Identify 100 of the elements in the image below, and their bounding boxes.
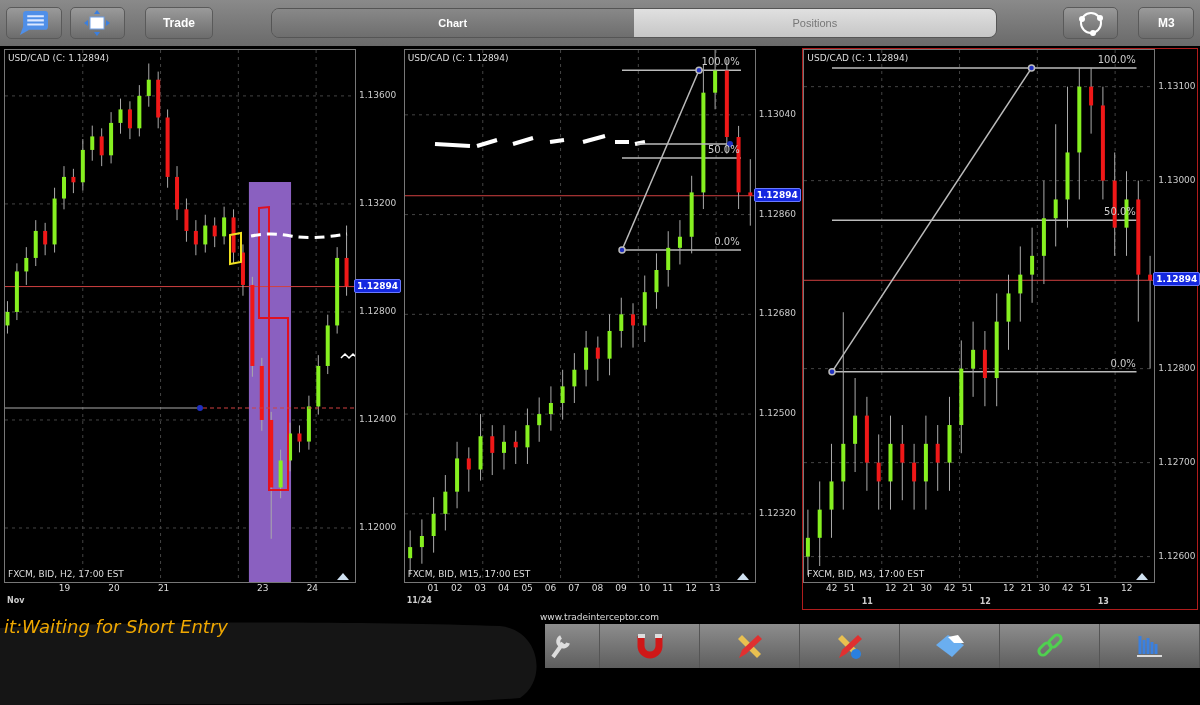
candle: [240, 243, 245, 297]
candle: [431, 496, 436, 554]
magnet-icon: [635, 633, 664, 659]
candle: [560, 369, 565, 421]
price-tick: 1.12700: [1158, 456, 1196, 467]
candle: [677, 219, 682, 265]
connection-button[interactable]: [1062, 7, 1119, 39]
scroll-marker-icon[interactable]: [337, 573, 349, 580]
candle: [137, 84, 142, 137]
scroll-marker-icon[interactable]: [1136, 573, 1149, 580]
time-tick: 20: [107, 583, 121, 593]
trade-button[interactable]: Trade: [145, 7, 213, 39]
price-tick: 1.12400: [359, 413, 397, 424]
candle: [316, 354, 321, 416]
time-tick: 02: [450, 583, 464, 593]
chart-title: USD/CAD (C: 1.12894): [407, 53, 509, 63]
time-tick: 08: [590, 583, 605, 593]
fibonacci-lines[interactable]: [617, 66, 742, 254]
candle: [127, 100, 132, 140]
chart-title: USD/CAD (C: 1.12894): [8, 53, 109, 63]
time-tick: 07: [567, 583, 581, 593]
time-tick: 24: [305, 583, 320, 593]
minute-label: 30: [1037, 583, 1051, 593]
candle: [489, 424, 494, 476]
minute-label: 42: [1061, 583, 1075, 593]
list-button[interactable]: [6, 7, 62, 39]
candle: [297, 424, 302, 453]
fib-level-label: 0.0%: [713, 236, 741, 248]
candle: [513, 430, 518, 465]
candle: [525, 408, 530, 465]
price-tick: 1.12680: [758, 308, 796, 319]
candle: [583, 330, 588, 387]
price-tick: 1.12500: [758, 408, 796, 419]
price-tick: 1.12860: [758, 208, 796, 219]
minute-label: 12: [1120, 583, 1134, 593]
candle: [156, 71, 161, 129]
price-tick: 1.12000: [359, 522, 397, 532]
time-tick: 11: [661, 583, 675, 593]
candle: [43, 222, 48, 256]
candle: [118, 98, 123, 135]
chain-link-icon: [1036, 633, 1063, 659]
chart-info: FXCM, BID, M15, 17:00 EST: [407, 569, 531, 579]
candle: [630, 302, 635, 349]
horizontal-line[interactable]: [635, 141, 733, 147]
move-window-button[interactable]: [69, 7, 126, 39]
timeframe-button[interactable]: M3: [1138, 7, 1195, 39]
ruler-pencil-icon: [736, 633, 763, 659]
candle: [654, 252, 659, 310]
candle: [325, 314, 330, 375]
candle: [595, 336, 600, 382]
candle: [443, 474, 447, 531]
time-tick: 04: [496, 583, 511, 593]
chart-title: USD/CAD (C: 1.12894): [807, 53, 909, 63]
fib-level-label: 100.0%: [1096, 54, 1137, 66]
price-tick: 1.13100: [1158, 80, 1196, 91]
current-price-tag: 1.12894: [753, 187, 801, 202]
chart-info: FXCM, BID, H2, 17:00 EST: [8, 569, 124, 579]
time-tick: 05: [520, 583, 534, 593]
view-tab[interactable]: Chart: [271, 9, 634, 37]
price-tick: 1.12800: [359, 305, 397, 316]
chart-panel[interactable]: USD/CAD (C: 1.12894) FXCM, BID, H2, 17:00 EST 1.13600 1.13200 1.12800 1.12400 1.12000 1.12894 19 20 21 23 24 Nov: [3, 48, 399, 610]
candle: [306, 395, 311, 451]
time-tick: 11: [860, 597, 874, 606]
price-tick: 1.13600: [359, 89, 397, 100]
minute-label: 30: [919, 583, 933, 593]
handwritten-note: it:Waiting for Short Entry: [4, 616, 228, 637]
time-tick: 09: [614, 583, 628, 593]
time-tick: 13: [708, 583, 722, 593]
candle: [212, 216, 217, 248]
time-tick: 21: [156, 583, 171, 593]
folder-icon: [935, 634, 964, 658]
candle: [90, 125, 95, 162]
view-tab[interactable]: Positions: [633, 9, 996, 37]
candle: [278, 449, 283, 499]
candle: [912, 443, 917, 511]
time-tick: 12: [684, 583, 699, 593]
candle: [642, 275, 647, 343]
date-label: 11/24: [405, 596, 433, 607]
time-tick: 10: [637, 583, 652, 593]
candle: [344, 225, 349, 297]
candle: [1089, 67, 1094, 135]
candle: [231, 208, 236, 264]
scroll-marker-icon[interactable]: [736, 573, 749, 580]
candle: [607, 313, 612, 376]
candle: [80, 138, 85, 191]
candle: [14, 262, 19, 321]
fib-level-label: 100.0%: [700, 56, 741, 68]
fibonacci-lines[interactable]: [828, 64, 1138, 376]
minute-label: 51: [960, 583, 975, 593]
candle: [99, 127, 104, 167]
candle: [288, 422, 293, 472]
time-tick: 19: [57, 583, 72, 593]
time-tick: 23: [256, 583, 270, 593]
minute-label: 21: [901, 583, 916, 593]
current-price-tag: 1.12894: [1153, 272, 1200, 287]
candle: [184, 198, 189, 243]
price-tick: 1.12320: [758, 507, 796, 518]
minute-label: 51: [1078, 583, 1093, 593]
time-tick: 06: [543, 583, 558, 593]
candle: [501, 424, 506, 470]
